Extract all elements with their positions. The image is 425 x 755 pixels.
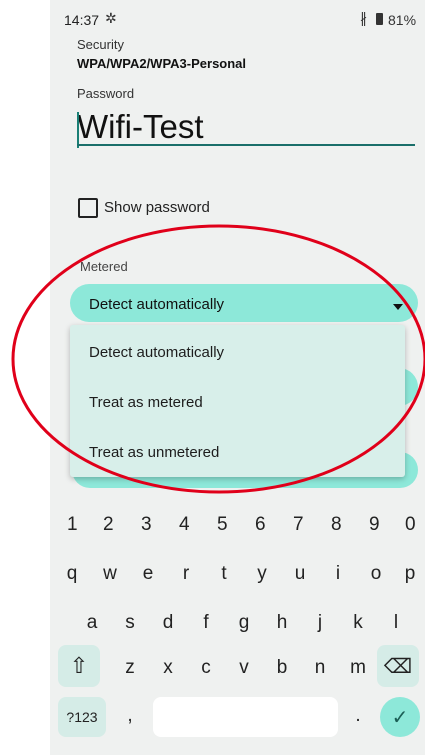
option-treat-as-metered[interactable]: Treat as metered [89,394,203,411]
key-3[interactable]: 3 [141,514,152,536]
security-value: WPA/WPA2/WPA3-Personal [77,56,247,71]
key-period[interactable]: . [348,705,368,727]
key-h[interactable]: h [270,612,294,634]
key-g[interactable]: g [232,612,256,634]
backspace-icon: ⌫ [383,656,413,678]
key-w[interactable]: w [98,563,122,585]
battery-icon [376,13,383,25]
key-z[interactable]: z [118,657,142,679]
wifi-config-screen: 14:37 ✲ ∦ 81% Security WPA/WPA2/WPA3-Per… [50,0,425,755]
key-a[interactable]: a [80,612,104,634]
show-password-label[interactable]: Show password [104,199,210,216]
checkmark-icon: ✓ [391,707,409,729]
key-k[interactable]: k [346,612,370,634]
key-5[interactable]: 5 [217,514,228,536]
key-7[interactable]: 7 [293,514,304,536]
key-q[interactable]: q [60,563,84,585]
password-input[interactable]: Wifi-Test [77,108,204,146]
key-e[interactable]: e [136,563,160,585]
key-r[interactable]: r [174,563,198,585]
key-1[interactable]: 1 [67,514,78,536]
key-comma[interactable]: , [120,705,140,727]
option-detect-automatically[interactable]: Detect automatically [89,344,224,361]
option-treat-as-unmetered[interactable]: Treat as unmetered [89,444,219,461]
symbols-key-label: ?123 [66,709,98,725]
shift-icon: ⇧ [69,653,89,678]
key-x[interactable]: x [156,657,180,679]
key-m[interactable]: m [346,657,370,679]
key-0[interactable]: 0 [405,514,416,536]
key-i[interactable]: i [326,563,350,585]
key-6[interactable]: 6 [255,514,266,536]
key-2[interactable]: 2 [103,514,114,536]
dropdown-arrow-icon[interactable] [393,304,403,310]
metered-options-menu: Detect automatically Treat as metered Tr… [70,325,405,477]
key-9[interactable]: 9 [369,514,380,536]
metered-label: Metered [80,259,128,274]
key-d[interactable]: d [156,612,180,634]
key-s[interactable]: s [118,612,142,634]
key-j[interactable]: j [308,612,332,634]
key-b[interactable]: b [270,657,294,679]
password-label: Password [77,86,135,101]
bluetooth-icon: ∦ [360,10,367,26]
key-p[interactable]: p [398,563,422,585]
key-t[interactable]: t [212,563,236,585]
key-l[interactable]: l [384,612,408,634]
status-time: 14:37 [64,12,100,28]
text-cursor [77,112,79,148]
checkbox-icon[interactable] [78,198,98,218]
key-f[interactable]: f [194,612,218,634]
key-o[interactable]: o [364,563,388,585]
key-v[interactable]: v [232,657,256,679]
key-u[interactable]: u [288,563,312,585]
space-key[interactable] [153,697,338,737]
key-8[interactable]: 8 [331,514,342,536]
security-label: Security [77,37,124,52]
password-underline [77,144,415,146]
metered-selected-value[interactable]: Detect automatically [89,296,224,313]
key-c[interactable]: c [194,657,218,679]
key-y[interactable]: y [250,563,274,585]
status-bar: 14:37 ✲ ∦ 81% [50,0,425,36]
battery-percent: 81% [388,12,417,28]
gear-icon: ✲ [105,10,117,26]
key-n[interactable]: n [308,657,332,679]
key-4[interactable]: 4 [179,514,190,536]
